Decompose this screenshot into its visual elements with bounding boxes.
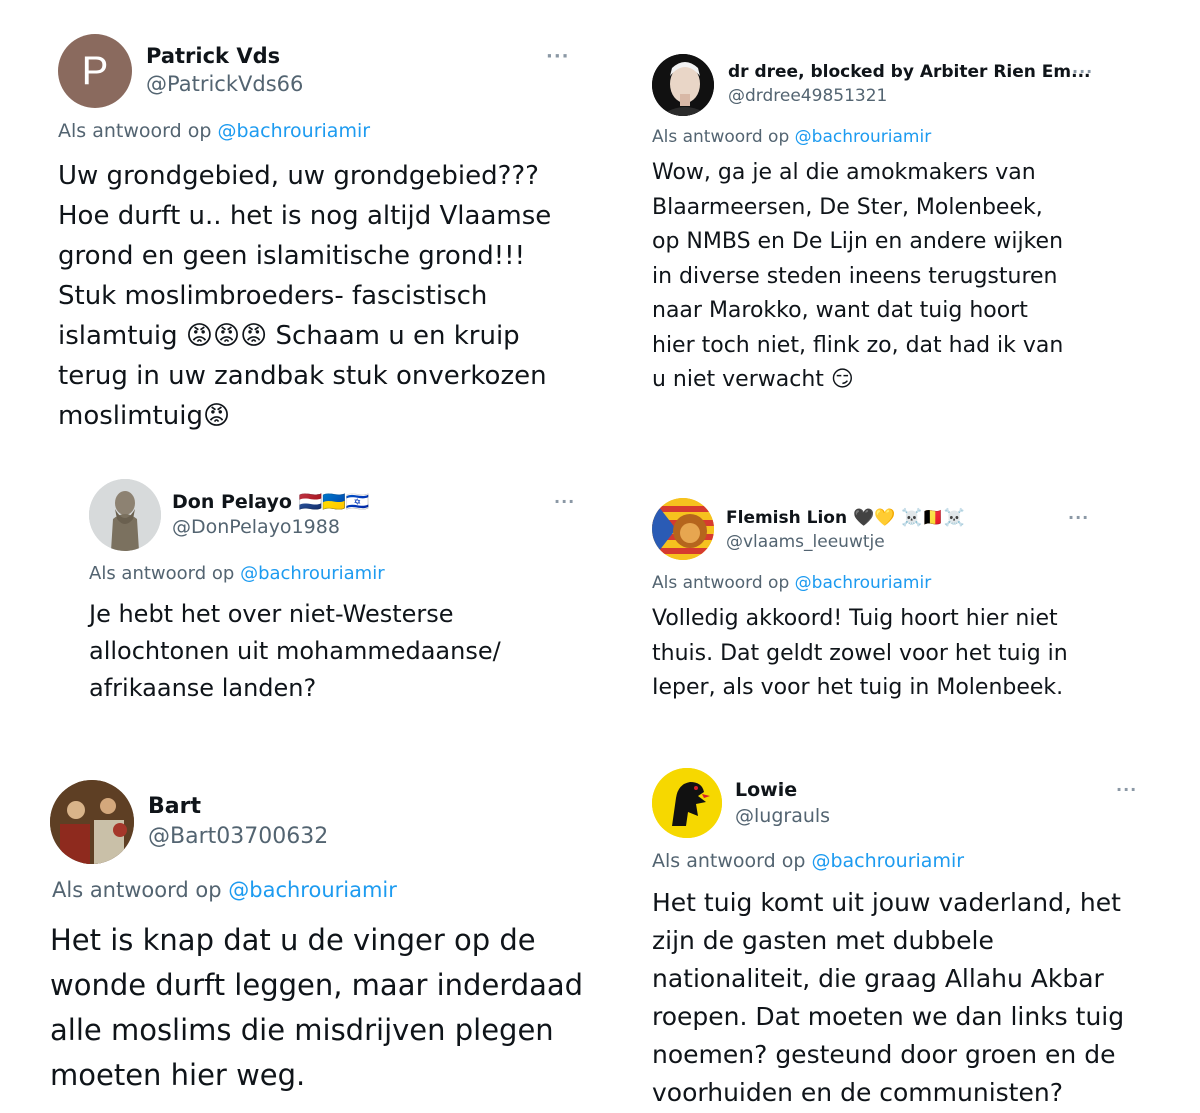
handle[interactable]: @vlaams_leeuwtje: [726, 532, 885, 552]
tweet-line: nationaliteit, die graag Allahu Akbar: [652, 964, 1104, 993]
tweet-text: Wow, ga je al die amokmakers van Blaarme…: [652, 156, 1063, 398]
tweet-text: Het tuig komt uit jouw vaderland, het zi…: [652, 884, 1124, 1112]
handle[interactable]: @PatrickVds66: [146, 72, 303, 96]
tweet-line: Blaarmeersen, De Ster, Molenbeek,: [652, 194, 1043, 220]
reply-context: Als antwoord op @bachrouriamir: [652, 573, 931, 593]
tweet-line: u niet verwacht 😏: [652, 367, 854, 392]
display-name[interactable]: Don Pelayo 🇳🇱🇺🇦🇮🇱: [172, 490, 370, 513]
mention-link[interactable]: @bachrouriamir: [795, 573, 932, 593]
painting-image: [50, 780, 134, 864]
reply-prefix: Als antwoord op: [89, 563, 235, 584]
tweet-line: Het is knap dat u de vinger op de: [50, 923, 536, 957]
tweet-line: Stuk moslimbroeders- fascistisch: [58, 281, 488, 311]
mention-link[interactable]: @bachrouriamir: [240, 563, 385, 584]
tweet-line: Volledig akkoord! Tuig hoort hier niet: [652, 606, 1058, 631]
tweet-text: Uw grondgebied, uw grondgebied??? Hoe du…: [58, 156, 551, 436]
tweet-line: Het tuig komt uit jouw vaderland, het: [652, 888, 1121, 917]
tweet-text: Volledig akkoord! Tuig hoort hier niet t…: [652, 602, 1068, 706]
avatar-flemishlion[interactable]: [652, 498, 714, 560]
tweet-line: Uw grondgebied, uw grondgebied???: [58, 161, 539, 191]
tweet-line: Je hebt het over niet-Westerse: [89, 600, 454, 628]
display-name[interactable]: Bart: [148, 794, 201, 819]
display-name[interactable]: Flemish Lion 🖤💛 ☠️🇧🇪☠️: [726, 508, 965, 528]
display-name[interactable]: Patrick Vds: [146, 44, 280, 68]
display-name[interactable]: Lowie: [735, 779, 797, 801]
avatar-drdree[interactable]: [652, 54, 714, 116]
tweet-line: moslimtuig😡: [58, 401, 231, 431]
tweet-line: voorhuiden en de communisten?: [652, 1078, 1063, 1107]
more-options-icon[interactable]: ···: [1068, 508, 1089, 527]
mention-link[interactable]: @bachrouriamir: [795, 127, 932, 147]
tweet-line: alle moslims die misdrijven plegen: [50, 1013, 554, 1047]
display-name[interactable]: dr dree, blocked by Arbiter Rien Em...: [728, 62, 1091, 82]
avatar-lowie[interactable]: [652, 768, 722, 838]
tweet-line: grond en geen islamitische grond!!!: [58, 241, 526, 271]
more-options-icon[interactable]: ···: [1116, 780, 1137, 799]
reply-context: Als antwoord op @bachrouriamir: [652, 850, 964, 872]
handle[interactable]: @DonPelayo1988: [172, 516, 340, 538]
handle[interactable]: @Bart03700632: [148, 824, 328, 849]
tweet-line: allochtonen uit mohammedaanse/: [89, 637, 501, 665]
reply-prefix: Als antwoord op: [652, 127, 790, 147]
tweet-text: Je hebt het over niet-Westerse allochton…: [89, 596, 501, 707]
portrait-image: [652, 54, 714, 116]
tweet-line: terug in uw zandbak stuk onverkozen: [58, 361, 547, 391]
tweet-line: afrikaanse landen?: [89, 674, 317, 702]
mention-link[interactable]: @bachrouriamir: [217, 120, 370, 142]
tweet-line: noemen? gesteund door groen en de: [652, 1040, 1116, 1069]
tweet-line: naar Marokko, want dat tuig hoort: [652, 298, 1028, 323]
tweet-line: in diverse steden ineens terugsturen: [652, 263, 1058, 289]
avatar-letter: P: [81, 48, 109, 93]
statue-image: [89, 479, 161, 551]
reply-prefix: Als antwoord op: [52, 878, 222, 902]
avatar-donpelayo[interactable]: [89, 479, 161, 551]
more-options-icon[interactable]: ···: [546, 46, 570, 67]
tweet-line: islamtuig 😡😡😡 Schaam u en kruip: [58, 321, 520, 351]
tweet-line: Ieper, als voor het tuig in Molenbeek.: [652, 675, 1064, 700]
more-options-icon[interactable]: ···: [1072, 62, 1093, 81]
handle[interactable]: @drdree49851321: [728, 86, 887, 106]
flemish-lion-icon: [652, 768, 722, 838]
reply-context: Als antwoord op @bachrouriamir: [89, 563, 385, 584]
tweet-line: moeten hier weg.: [50, 1058, 306, 1092]
lion-image: [652, 498, 714, 560]
tweet-line: op NMBS en De Lijn en andere wijken: [652, 229, 1064, 254]
more-options-icon[interactable]: ···: [554, 492, 575, 511]
reply-context: Als antwoord op @bachrouriamir: [652, 127, 931, 147]
avatar-bart[interactable]: [50, 780, 134, 864]
reply-context: Als antwoord op @bachrouriamir: [58, 120, 370, 142]
tweet-line: hier toch niet, flink zo, dat had ik van: [652, 332, 1064, 358]
mention-link[interactable]: @bachrouriamir: [228, 878, 397, 902]
tweet-line: roepen. Dat moeten we dan links tuig: [652, 1002, 1125, 1031]
reply-prefix: Als antwoord op: [58, 120, 212, 142]
tweet-line: thuis. Dat geldt zowel voor het tuig in: [652, 640, 1068, 666]
reply-prefix: Als antwoord op: [652, 850, 806, 872]
tweet-line: zijn de gasten met dubbele: [652, 926, 994, 955]
handle[interactable]: @lugrauls: [735, 805, 830, 827]
tweet-text: Het is knap dat u de vinger op de wonde …: [50, 918, 583, 1098]
reply-context: Als antwoord op @bachrouriamir: [52, 878, 397, 902]
reply-prefix: Als antwoord op: [652, 573, 790, 593]
tweet-line: Wow, ga je al die amokmakers van: [652, 160, 1036, 185]
tweet-line: wonde durft leggen, maar inderdaad: [50, 968, 584, 1002]
tweet-line: Hoe durft u.. het is nog altijd Vlaamse: [58, 201, 552, 231]
mention-link[interactable]: @bachrouriamir: [811, 850, 964, 872]
avatar-patrick[interactable]: P: [58, 34, 132, 108]
